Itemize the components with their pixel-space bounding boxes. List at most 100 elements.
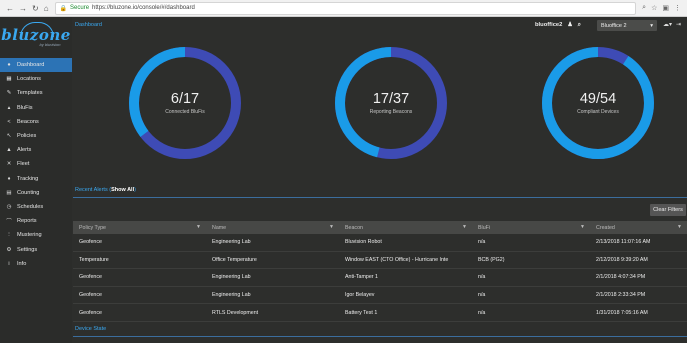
sidebar-item-label: Policies (17, 133, 37, 140)
donut-chart[interactable]: 6/17 Connected BluFis (120, 38, 250, 168)
sidebar-item-tracking[interactable]: ♦ Tracking (0, 172, 72, 186)
search-icon[interactable]: ⌕ (578, 22, 581, 29)
sidebar-item-mustering[interactable]: ⋮ Mustering (0, 228, 72, 242)
sidebar-menu: ● Dashboard ▦ Locations ✎ Templates ▴ BluFis < Be… (0, 58, 72, 271)
beacons-icon: < (7, 118, 11, 125)
browser-toolbar: ← → ↻ ⌂ 🔒 Secure https://bluzone.io/cons… (0, 0, 687, 17)
sidebar-item-label: Fleet (17, 161, 30, 168)
sidebar-item-label: Info (17, 260, 27, 267)
filter-icon[interactable]: ▼ (329, 224, 334, 230)
table-row[interactable]: Temperature Office Temperature Window EAST… (73, 251, 687, 270)
sidebar-item-alerts[interactable]: ▲ Alerts (0, 143, 72, 157)
donut-chart[interactable]: 49/54 Compliant Devices (533, 38, 663, 168)
sidebar-item-label: BluFis (17, 104, 33, 111)
menu-icon[interactable]: ⋮ (674, 4, 681, 12)
donut-value: 17/37 (372, 90, 410, 107)
sidebar-item-label: Dashboard (17, 62, 45, 69)
logout-icon[interactable]: ⇥ (676, 21, 681, 28)
table-cell: Temperature (73, 251, 206, 270)
filter-icon[interactable]: ▼ (677, 224, 682, 230)
fleet-icon: ✕ (6, 161, 12, 168)
sidebar-item-locations[interactable]: ▦ Locations (0, 72, 72, 86)
show-all-link[interactable]: Show All (111, 187, 134, 193)
forward-icon[interactable]: → (19, 4, 27, 13)
user-icon[interactable]: ♟ (567, 22, 572, 29)
breadcrumb[interactable]: Dashboard (75, 22, 102, 28)
sidebar-item-blufis[interactable]: ▴ BluFis (0, 101, 72, 115)
column-header[interactable]: Beacon ▼ (339, 221, 472, 234)
tracking-icon: ♦ (7, 175, 11, 182)
reports-icon: ⌒ (6, 219, 12, 226)
logo-sub: by bluvision (39, 42, 61, 47)
templates-icon: ✎ (6, 90, 12, 97)
account-select[interactable]: Bluoffice 2 ▾ (597, 20, 657, 31)
table-header-row: Policy Type ▼ Name ▼ Beacon ▼ BluFi ▼ Created ▼ (73, 221, 687, 234)
alerts-table-body: Geofence Engineering Lab Bluvision Robot n/… (73, 234, 687, 322)
sidebar-item-fleet[interactable]: ✕ Fleet (0, 157, 72, 171)
column-header[interactable]: BluFi ▼ (472, 221, 590, 234)
column-header-label: Policy Type (79, 224, 106, 231)
account-select-value: Bluoffice 2 (601, 22, 627, 29)
donut-value: 6/17 (170, 90, 200, 107)
table-cell: 2/1/2018 2:33:34 PM (590, 286, 687, 305)
table-cell: BCB (PG2) (472, 251, 590, 270)
sidebar-item-beacons[interactable]: < Beacons (0, 115, 72, 129)
column-header-label: Name (212, 224, 227, 231)
table-cell: n/a (472, 303, 590, 322)
top-icons: ☁▾ ⇥ (663, 21, 681, 28)
sidebar-item-info[interactable]: i Info (0, 257, 72, 271)
address-bar[interactable]: 🔒 Secure https://bluzone.io/console/#/da… (54, 1, 637, 15)
sidebar-item-templates[interactable]: ✎ Templates (0, 86, 72, 100)
recent-alerts-heading: Recent Alerts (Show All) (75, 187, 136, 193)
sidebar-item-label: Tracking (17, 175, 39, 182)
blufi-icon: ▴ (7, 104, 11, 111)
settings-icon: ⚙ (6, 246, 12, 253)
cloud-icon[interactable]: ☁▾ (663, 21, 672, 28)
table-cell: Geofence (73, 234, 206, 252)
policies-icon: ↖ (6, 133, 12, 140)
sidebar-item-settings[interactable]: ⚙ Settings (0, 242, 72, 256)
table-row[interactable]: Geofence Engineering Lab Igor Belayev n/a 2/… (73, 286, 687, 305)
recent-alerts-title: Recent Alerts (75, 187, 108, 193)
column-header[interactable]: Policy Type ▼ (73, 221, 206, 234)
sidebar-item-label: Reports (17, 218, 37, 225)
table-cell: Geofence (73, 303, 206, 322)
username[interactable]: bluoffice2 (535, 22, 562, 29)
info-icon: i (8, 260, 10, 267)
reload-icon[interactable]: ↻ (32, 4, 39, 13)
table-cell: Bluvision Robot (339, 234, 472, 252)
star-icon[interactable]: ☆ (651, 4, 657, 12)
sidebar-item-schedules[interactable]: ◷ Schedules (0, 200, 72, 214)
alerts-icon: ▲ (6, 147, 12, 154)
table-cell: Engineering Lab (206, 234, 339, 252)
sidebar-item-policies[interactable]: ↖ Policies (0, 129, 72, 143)
sidebar-item-dashboard[interactable]: ● Dashboard (0, 58, 72, 73)
locations-icon: ▦ (6, 76, 12, 83)
bluzone-logo[interactable]: bluzone by bluvision (0, 17, 72, 56)
extension-icon[interactable]: ▣ (662, 4, 669, 12)
logo-arc (20, 22, 54, 37)
filter-icon[interactable]: ▼ (196, 224, 201, 230)
back-icon[interactable]: ← (6, 4, 14, 13)
donut-chart[interactable]: 17/37 Reporting Beacons (326, 38, 456, 168)
table-cell: 2/12/2018 9:39:20 AM (590, 251, 687, 270)
table-cell: n/a (472, 234, 590, 252)
divider (73, 336, 687, 337)
home-icon[interactable]: ⌂ (44, 4, 49, 13)
sidebar-item-reports[interactable]: ⌒ Reports (0, 214, 72, 228)
sidebar-item-counting[interactable]: ▤ Counting (0, 186, 72, 200)
column-header[interactable]: Created ▼ (590, 221, 687, 234)
main-content: Dashboard bluoffice2 ♟ ⌕ Bluoffice 2 ▾ ☁… (73, 17, 687, 343)
clear-filters-button[interactable]: Clear Filters (650, 204, 686, 216)
table-row[interactable]: Geofence Engineering Lab Anti-Tamper 1 n/a 2… (73, 268, 687, 287)
sidebar-item-label: Alerts (17, 147, 32, 154)
table-row[interactable]: Geofence RTLS Development Battery Test 1 n/… (73, 303, 687, 322)
zoom-icon[interactable]: ⌕ (642, 4, 646, 12)
sidebar-item-label: Settings (17, 246, 38, 253)
table-row[interactable]: Geofence Engineering Lab Bluvision Robot n/… (73, 234, 687, 252)
table-cell: Geofence (73, 286, 206, 305)
filter-icon[interactable]: ▼ (580, 224, 585, 230)
column-header[interactable]: Name ▼ (206, 221, 339, 234)
column-header-label: Beacon (345, 224, 363, 231)
filter-icon[interactable]: ▼ (462, 224, 467, 230)
